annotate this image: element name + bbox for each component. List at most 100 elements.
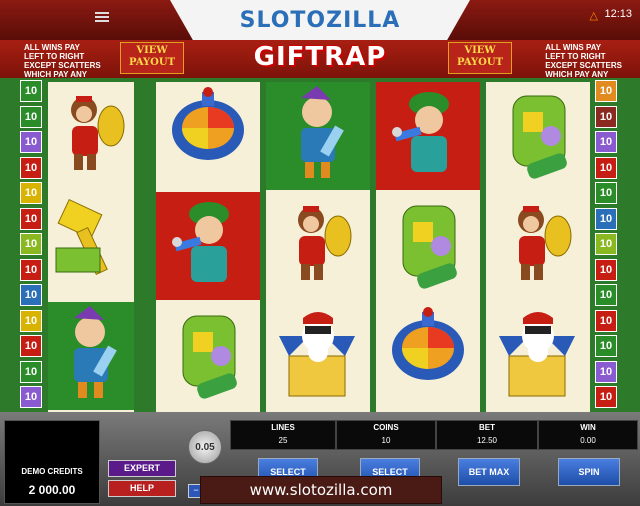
lines-display: LINES 25 bbox=[230, 420, 336, 450]
spinning-top-icon bbox=[388, 306, 468, 407]
jack-in-box-icon bbox=[499, 306, 577, 407]
spin-button[interactable]: SPIN bbox=[558, 458, 620, 486]
game-banner: ALL WINS PAY LEFT TO RIGHT EXCEPT SCATTERS… bbox=[0, 40, 640, 79]
payline-marker[interactable]: 10 bbox=[20, 360, 42, 383]
payline-marker[interactable]: 10 bbox=[20, 258, 42, 281]
payline-marker[interactable]: 10 bbox=[595, 386, 617, 408]
bet-max-button[interactable]: BET MAX bbox=[458, 458, 520, 486]
payline-marker[interactable]: 10 bbox=[20, 182, 42, 204]
credits-value: 2 000.00 bbox=[28, 483, 76, 497]
payline-marker[interactable]: 10 bbox=[20, 233, 42, 255]
view-payout-right-button[interactable]: VIEW PAYOUT bbox=[448, 42, 512, 74]
rules-right: ALL WINS PAY LEFT TO RIGHT EXCEPT SCATTERS… bbox=[545, 43, 622, 79]
clock: 12:13 bbox=[604, 8, 632, 20]
payline-marker[interactable]: 10 bbox=[20, 335, 42, 357]
payline-marker[interactable]: 10 bbox=[20, 386, 42, 408]
view-payout-text: PAYOUT bbox=[128, 57, 176, 68]
lines-value: 25 bbox=[278, 436, 288, 445]
payline-marker[interactable]: 10 bbox=[595, 80, 617, 102]
rules-line: EXCEPT SCATTERS bbox=[545, 61, 622, 70]
win-display: WIN 0.00 bbox=[538, 420, 638, 450]
payline-marker[interactable]: 10 bbox=[20, 105, 42, 128]
reel-symbol bbox=[266, 302, 370, 410]
reel-symbol bbox=[376, 302, 480, 410]
payline-marker[interactable]: 10 bbox=[20, 284, 42, 306]
payline-marker[interactable]: 10 bbox=[595, 105, 617, 128]
jack-in-box-icon bbox=[279, 306, 357, 407]
credits-box: DEMO CREDITS 2 000.00 bbox=[4, 420, 100, 504]
menu-icon[interactable] bbox=[95, 10, 109, 24]
reel-symbol bbox=[156, 82, 260, 190]
reel-2 bbox=[156, 82, 260, 412]
toy-phone-icon bbox=[173, 306, 243, 407]
spinning-top-icon bbox=[168, 86, 248, 187]
rules-line: EXCEPT SCATTERS bbox=[24, 61, 101, 70]
lines-label: LINES bbox=[271, 423, 295, 432]
reel-symbol bbox=[266, 192, 370, 300]
rules-line: ALL WINS PAY bbox=[545, 43, 602, 52]
reel-4 bbox=[376, 82, 480, 412]
rules-line: ALL WINS PAY bbox=[24, 43, 80, 52]
payline-marker[interactable]: 10 bbox=[595, 258, 617, 281]
reel-symbol bbox=[48, 302, 134, 410]
payline-marker[interactable]: 10 bbox=[595, 284, 617, 306]
reel-symbol bbox=[376, 192, 480, 300]
footer-url: www.slotozilla.com bbox=[200, 476, 442, 504]
win-label: WIN bbox=[580, 423, 596, 432]
help-button[interactable]: HELP bbox=[108, 480, 176, 497]
coins-label: COINS bbox=[373, 423, 399, 432]
payline-marker[interactable]: 10 bbox=[20, 207, 42, 230]
payline-marker[interactable]: 10 bbox=[595, 131, 617, 153]
credits-label: DEMO CREDITS bbox=[21, 467, 83, 476]
payline-marker[interactable]: 10 bbox=[595, 309, 617, 332]
payline-marker[interactable]: 10 bbox=[20, 156, 42, 179]
monkey-cymbals-icon bbox=[56, 88, 126, 185]
view-payout-left-button[interactable]: VIEW PAYOUT bbox=[120, 42, 184, 74]
singer-elf-icon bbox=[171, 196, 245, 297]
monkey-cymbals-icon bbox=[503, 198, 573, 295]
coin-value-disk[interactable]: 0.05 bbox=[188, 430, 222, 464]
toy-hammer-icon bbox=[52, 198, 130, 295]
win-value: 0.00 bbox=[580, 436, 596, 445]
expert-button[interactable]: EXPERT bbox=[108, 460, 176, 477]
payline-marker[interactable]: 10 bbox=[595, 335, 617, 357]
singer-elf-icon bbox=[391, 86, 465, 187]
view-payout-text: VIEW bbox=[136, 45, 168, 56]
toy-phone-icon bbox=[393, 196, 463, 297]
payline-marker[interactable]: 10 bbox=[595, 233, 617, 255]
flame-icon: △ bbox=[589, 10, 598, 22]
reel-1 bbox=[48, 82, 134, 412]
payline-marker[interactable]: 10 bbox=[20, 309, 42, 332]
reel-3 bbox=[266, 82, 370, 412]
reel-symbol bbox=[48, 192, 134, 300]
payline-marker[interactable]: 10 bbox=[20, 80, 42, 102]
payline-marker[interactable]: 10 bbox=[595, 360, 617, 383]
view-payout-text: PAYOUT bbox=[456, 57, 504, 68]
rules-left: ALL WINS PAY LEFT TO RIGHT EXCEPT SCATTERS… bbox=[24, 43, 101, 79]
elf-icon bbox=[283, 85, 353, 187]
monkey-cymbals-icon bbox=[283, 198, 353, 295]
payline-marker[interactable]: 10 bbox=[595, 182, 617, 204]
reel-symbol bbox=[266, 82, 370, 190]
game-title: GIFTRAP bbox=[253, 42, 387, 72]
reel-symbol bbox=[486, 302, 590, 410]
payline-marker[interactable]: 10 bbox=[595, 207, 617, 230]
reel-symbol bbox=[486, 192, 590, 300]
bet-display: BET 12.50 bbox=[436, 420, 538, 450]
top-bar: SLOTOZILLA △ 12:13 bbox=[0, 0, 640, 42]
reel-symbol bbox=[48, 82, 134, 190]
reel-symbol bbox=[156, 302, 260, 410]
payline-marker[interactable]: 10 bbox=[595, 156, 617, 179]
coins-display: COINS 10 bbox=[336, 420, 436, 450]
bet-label: BET bbox=[479, 423, 495, 432]
logo-text: SLOTOZILLA bbox=[239, 7, 401, 33]
rules-line: LEFT TO RIGHT bbox=[24, 52, 85, 61]
paylines-left: 10 10 10 10 10 10 10 10 10 10 10 10 10 bbox=[20, 80, 44, 412]
reel-symbol bbox=[376, 82, 480, 190]
bet-value: 12.50 bbox=[476, 436, 498, 445]
logo: SLOTOZILLA bbox=[170, 0, 470, 42]
paylines-right: 10 10 10 10 10 10 10 10 10 10 10 10 10 bbox=[595, 80, 619, 412]
reel-symbol bbox=[486, 82, 590, 190]
rules-line: LEFT TO RIGHT bbox=[545, 52, 606, 61]
payline-marker[interactable]: 10 bbox=[20, 131, 42, 153]
